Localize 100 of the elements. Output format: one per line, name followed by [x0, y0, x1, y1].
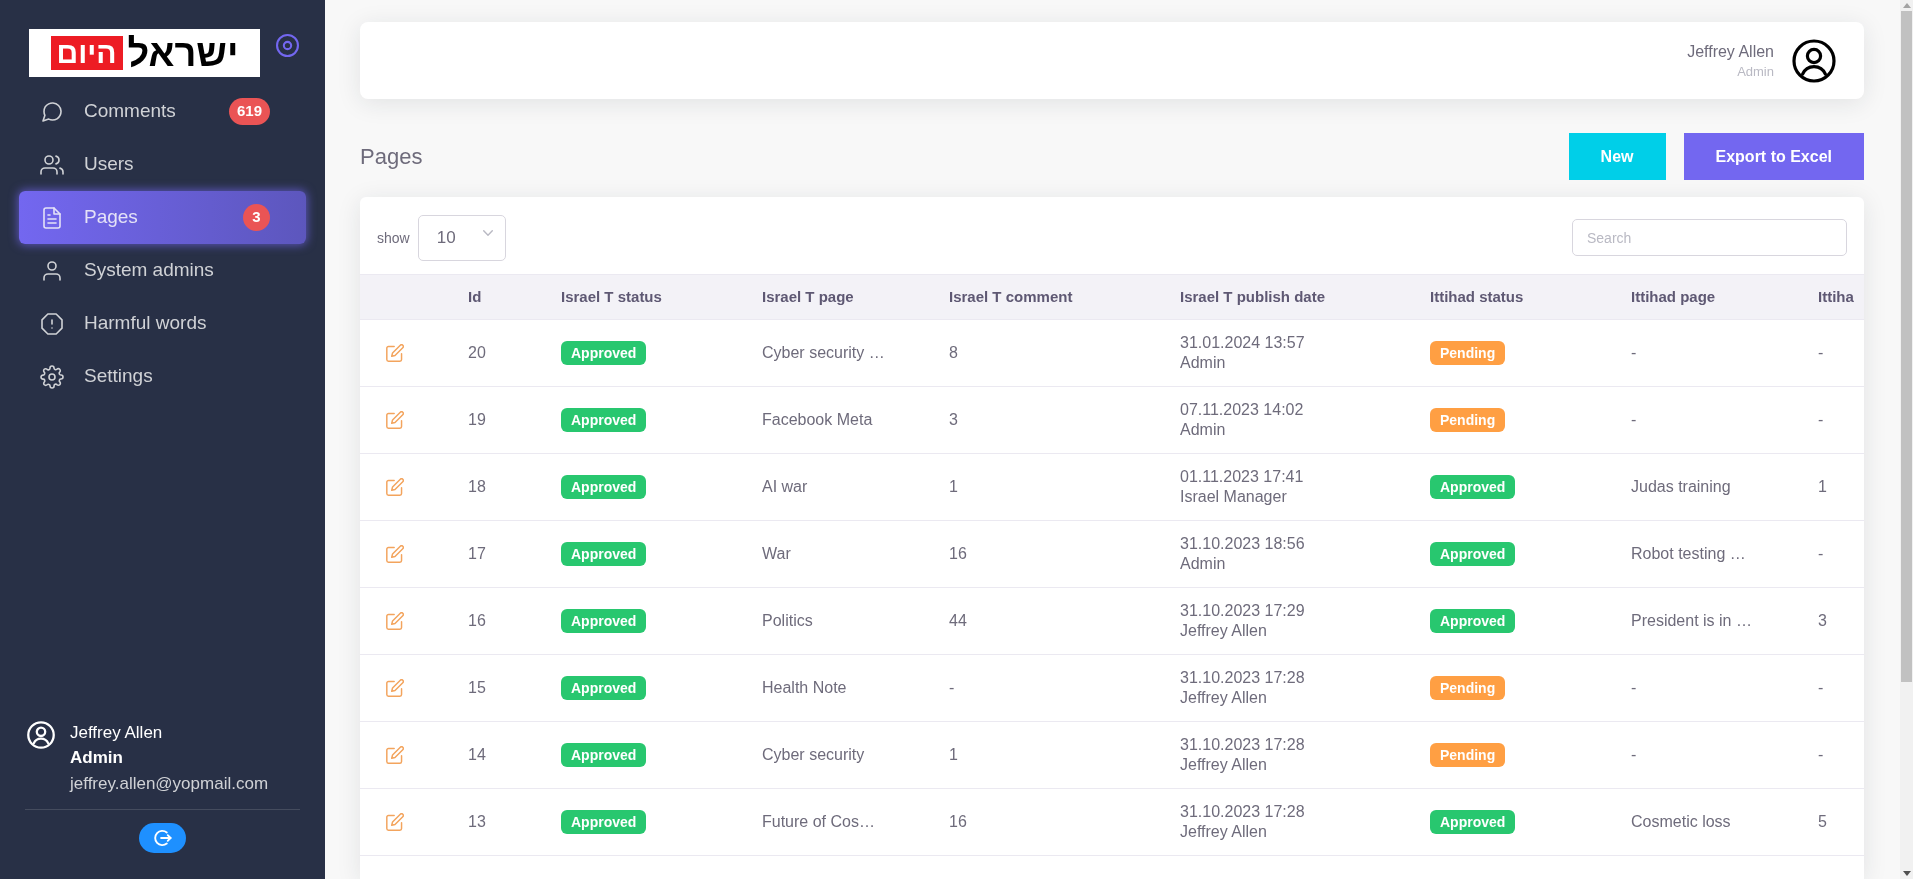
- edit-icon[interactable]: [386, 344, 404, 362]
- table-cell: 13: [468, 813, 486, 830]
- table-cell: 18: [468, 478, 486, 495]
- table-cell: 16: [949, 545, 967, 562]
- status-badge: Approved: [1430, 542, 1516, 566]
- settings-icon: [40, 364, 64, 389]
- status-badge: Pending: [1430, 743, 1506, 767]
- user-icon: [40, 258, 64, 283]
- status-badge: Pending: [1430, 676, 1506, 700]
- table-cell: Cyber security: [762, 746, 865, 763]
- table-cell: -: [1818, 746, 1824, 763]
- table-cell: Facebook Meta: [762, 411, 873, 428]
- publish-date: 07.11.2023 14:02: [1180, 400, 1304, 420]
- status-badge: Approved: [561, 676, 647, 700]
- nav-item[interactable]: Settings: [19, 350, 306, 403]
- logo-text: ישראל: [127, 33, 239, 73]
- publisher-name: Jeffrey Allen: [1180, 688, 1267, 708]
- nav-item[interactable]: Users: [19, 138, 306, 191]
- edit-icon[interactable]: [386, 612, 404, 630]
- table-cell: -: [1818, 344, 1824, 361]
- status-badge: Pending: [1430, 341, 1506, 365]
- circle-dot-icon[interactable]: [276, 34, 299, 57]
- count-badge: 619: [228, 98, 270, 125]
- publisher-name: Jeffrey Allen: [1180, 621, 1267, 641]
- table-cell: Judas training: [1631, 478, 1731, 495]
- publisher-name: Admin: [1180, 554, 1226, 574]
- table-cell: President is in …: [1631, 612, 1752, 629]
- edit-icon[interactable]: [386, 746, 404, 764]
- table-cell: -: [1631, 344, 1637, 361]
- table-cell: -: [1818, 545, 1824, 562]
- page-size-select[interactable]: 10: [417, 215, 506, 261]
- table-cell: -: [1818, 679, 1824, 696]
- show-label: show: [377, 228, 410, 248]
- column-header: Israel T comment: [949, 288, 1073, 305]
- user-avatar-icon: [27, 721, 55, 749]
- logo-highlight: היום: [50, 36, 123, 70]
- nav-item[interactable]: Harmful words: [19, 297, 306, 350]
- publisher-name: Israel Manager: [1180, 487, 1287, 507]
- publish-date: 31.01.2024 13:57: [1180, 333, 1305, 353]
- status-badge: Approved: [561, 341, 647, 365]
- status-badge: Approved: [1430, 475, 1516, 499]
- search-field[interactable]: Search: [1572, 219, 1847, 256]
- account-icon[interactable]: [1792, 38, 1836, 83]
- column-header: Israel T status: [561, 288, 662, 305]
- edit-icon[interactable]: [386, 679, 404, 697]
- column-header: Ittihad status: [1430, 288, 1524, 305]
- user-name: Jeffrey Allen: [1687, 41, 1774, 62]
- table-cell: Politics: [762, 612, 813, 629]
- table-cell: 16: [468, 612, 486, 629]
- table-cell: Cyber security …: [762, 344, 885, 361]
- status-badge: Approved: [561, 743, 647, 767]
- publish-date: 31.10.2023 17:29: [1180, 601, 1305, 621]
- count-badge: 3: [243, 204, 270, 231]
- table-cell: 3: [1818, 612, 1827, 629]
- table-cell: -: [949, 679, 955, 696]
- table-cell: Health Note: [762, 679, 847, 696]
- user-role: Admin: [1737, 62, 1774, 81]
- table-cell: 8: [949, 344, 958, 361]
- logo[interactable]: ישראל היום: [29, 29, 260, 77]
- table-cell: 15: [468, 679, 486, 696]
- publisher-name: Admin: [1180, 420, 1226, 440]
- column-header: Ittiha: [1818, 288, 1854, 305]
- table-cell: 1: [949, 746, 958, 763]
- status-badge: Approved: [561, 542, 647, 566]
- status-badge: Approved: [561, 475, 647, 499]
- table-cell: 17: [468, 545, 486, 562]
- edit-icon[interactable]: [386, 545, 404, 563]
- table-cell: 1: [949, 478, 958, 495]
- user-name: Jeffrey Allen: [70, 722, 163, 744]
- scroll-down-arrow-icon[interactable]: [1902, 871, 1911, 876]
- column-header: Israel T page: [762, 288, 854, 305]
- nav-item[interactable]: Comments 619: [19, 85, 306, 138]
- table-cell: 14: [468, 746, 486, 763]
- edit-icon[interactable]: [386, 411, 404, 429]
- table-cell: -: [1631, 746, 1637, 763]
- table-cell: 1: [1818, 478, 1827, 495]
- edit-icon[interactable]: [386, 813, 404, 831]
- status-badge: Approved: [561, 609, 647, 633]
- table-cell: AI war: [762, 478, 808, 495]
- table-cell: Future of Cos…: [762, 813, 875, 830]
- user-role: Admin: [70, 747, 123, 769]
- scrollbar-thumb[interactable]: [1901, 11, 1912, 682]
- table-cell: 5: [1818, 813, 1827, 830]
- table-cell: -: [1631, 679, 1637, 696]
- export-button[interactable]: Export to Excel: [1683, 133, 1864, 180]
- table-cell: 20: [468, 344, 486, 361]
- edit-icon[interactable]: [386, 478, 404, 496]
- publisher-name: Admin: [1180, 353, 1226, 373]
- status-badge: Approved: [1430, 609, 1516, 633]
- chevron-down-icon: [482, 230, 493, 236]
- scroll-up-arrow-icon[interactable]: [1902, 3, 1911, 8]
- nav-item[interactable]: Pages 3: [19, 191, 306, 244]
- logout-button[interactable]: [139, 823, 186, 853]
- nav-item[interactable]: System admins: [19, 244, 306, 297]
- user-email: jeffrey.allen@yopmail.com: [70, 773, 269, 795]
- column-header: Ittihad page: [1631, 288, 1716, 305]
- publish-date: 31.10.2023 17:28: [1180, 668, 1305, 688]
- status-badge: Approved: [561, 408, 647, 432]
- document-icon: [40, 205, 64, 230]
- page-title: Pages: [360, 143, 423, 171]
